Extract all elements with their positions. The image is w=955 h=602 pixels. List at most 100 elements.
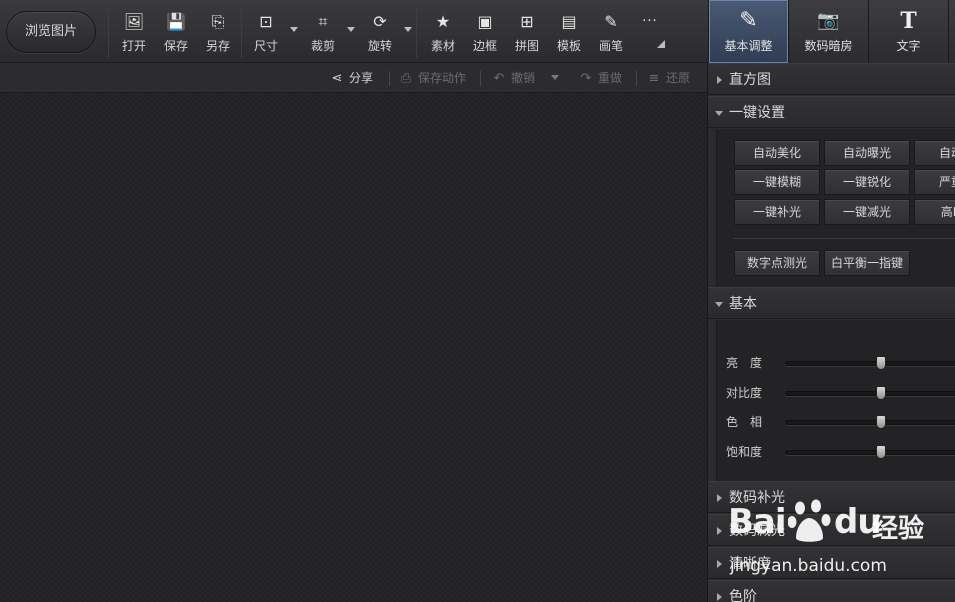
- save-as-icon: ⎘: [211, 12, 225, 31]
- expand-arrow-icon: [717, 76, 722, 84]
- saturation-thumb[interactable]: [876, 445, 886, 459]
- main-toolbar: 浏览图片 🖼 打开 💾 保存 ⎘ 另存 ⊡ 尺寸 ⌗ 裁剪 ⟳ 旋转 ★ 素材 …: [0, 0, 955, 63]
- saturation-track[interactable]: [785, 445, 955, 459]
- open-button[interactable]: 🖼 打开: [114, 10, 154, 56]
- one-key-blur-button[interactable]: 一键模糊: [734, 169, 820, 195]
- restore-label: 还原: [666, 71, 691, 85]
- panel-divider: [733, 238, 955, 239]
- template-label: 模板: [556, 39, 581, 53]
- save-action-icon: ⎙: [400, 71, 412, 86]
- rotate-dropdown-caret[interactable]: [404, 27, 412, 32]
- section-digital-fill-light[interactable]: 数码补光: [708, 481, 955, 513]
- auto-exposure-button[interactable]: 自动曝光: [824, 140, 910, 166]
- action-divider: [389, 71, 390, 86]
- tab-overflow[interactable]: [948, 0, 955, 63]
- material-star-icon: ★: [435, 12, 451, 31]
- browse-images-button[interactable]: 浏览图片: [6, 11, 96, 53]
- undo-icon: ↶: [493, 71, 505, 86]
- restore-button[interactable]: ≡ 还原: [645, 69, 690, 87]
- hue-thumb[interactable]: [876, 415, 886, 429]
- action-divider: [480, 71, 481, 86]
- crop-icon: ⌗: [318, 12, 328, 31]
- expand-arrow-icon: [717, 560, 722, 568]
- open-image-icon: 🖼: [123, 12, 145, 31]
- rotate-label: 旋转: [367, 39, 392, 53]
- contrast-thumb[interactable]: [876, 386, 886, 400]
- severe-white-button[interactable]: 严重白: [914, 169, 955, 195]
- brush-label: 画笔: [598, 39, 623, 53]
- undo-label: 撤销: [511, 71, 536, 85]
- tab-digital-darkroom[interactable]: 📷 数码暗房: [788, 0, 868, 63]
- resize-button[interactable]: ⊡ 尺寸: [246, 10, 286, 56]
- more-dots-icon: ···: [642, 14, 658, 29]
- save-button[interactable]: 💾 保存: [156, 10, 196, 56]
- resize-dropdown-caret[interactable]: [290, 27, 298, 32]
- auto-beautify-button[interactable]: 自动美化: [734, 140, 820, 166]
- tab-basic-adjust-label: 基本调整: [724, 39, 773, 53]
- undo-dropdown-caret[interactable]: [551, 75, 559, 80]
- crop-label: 裁剪: [310, 39, 335, 53]
- hue-track[interactable]: [785, 415, 955, 429]
- expand-arrow-icon: [717, 494, 722, 502]
- template-button[interactable]: ▤ 模板: [549, 10, 589, 56]
- text-T-icon: T: [900, 8, 917, 34]
- section-title: 数码减光: [729, 523, 785, 539]
- section-basic-title: 基本: [729, 296, 757, 312]
- save-action-label: 保存动作: [418, 71, 467, 85]
- one-key-reduce-light-button[interactable]: 一键减光: [824, 199, 910, 225]
- save-as-button[interactable]: ⎘ 另存: [198, 10, 238, 56]
- toolbar-divider: [241, 8, 242, 58]
- redo-label: 重做: [598, 71, 623, 85]
- contrast-label: 对比度: [726, 386, 763, 400]
- tab-text-label: 文字: [896, 39, 921, 53]
- save-label: 保存: [163, 39, 188, 53]
- section-levels[interactable]: 色阶: [708, 580, 955, 602]
- section-title: 数码补光: [729, 490, 785, 506]
- digital-spot-metering-button[interactable]: 数字点测光: [734, 250, 820, 276]
- brightness-thumb[interactable]: [876, 356, 886, 370]
- tab-text[interactable]: T 文字: [868, 0, 948, 63]
- toolbar-divider: [108, 8, 109, 58]
- section-histogram-title: 直方图: [729, 72, 771, 88]
- section-basic[interactable]: 基本: [708, 287, 955, 319]
- restore-icon: ≡: [648, 71, 660, 86]
- section-clarity[interactable]: 清晰度: [708, 547, 955, 579]
- auto-white-button[interactable]: 自动白: [914, 140, 955, 166]
- toolbar-divider: [416, 8, 417, 58]
- action-bar: ⋖ 分享 ⎙ 保存动作 ↶ 撤销 ↷ 重做 ≡ 还原: [0, 63, 707, 93]
- share-button[interactable]: ⋖ 分享: [328, 69, 373, 87]
- one-key-sharpen-button[interactable]: 一键锐化: [824, 169, 910, 195]
- brightness-track[interactable]: [785, 356, 955, 370]
- undo-button[interactable]: ↶ 撤销: [490, 69, 535, 87]
- white-balance-button[interactable]: 白平衡一指键: [824, 250, 910, 276]
- contrast-track[interactable]: [785, 386, 955, 400]
- material-button[interactable]: ★ 素材: [423, 10, 463, 56]
- border-frame-icon: ▣: [477, 12, 493, 31]
- high-iso-button[interactable]: 高ISO: [914, 199, 955, 225]
- section-one-key-title: 一键设置: [729, 105, 785, 121]
- section-one-key[interactable]: 一键设置: [708, 96, 955, 128]
- rotate-button[interactable]: ⟳ 旋转: [360, 10, 400, 56]
- action-divider: [636, 71, 637, 86]
- more-expand-icon[interactable]: [657, 40, 665, 48]
- redo-icon: ↷: [580, 71, 592, 86]
- collage-button[interactable]: ⊞ 拼图: [507, 10, 547, 56]
- crop-dropdown-caret[interactable]: [347, 27, 355, 32]
- redo-button[interactable]: ↷ 重做: [577, 69, 622, 87]
- section-histogram[interactable]: 直方图: [708, 63, 955, 95]
- crop-button[interactable]: ⌗ 裁剪: [303, 10, 343, 56]
- brightness-label: 亮 度: [726, 356, 763, 370]
- section-digital-reduce-light[interactable]: 数码减光: [708, 514, 955, 546]
- one-key-fill-light-button[interactable]: 一键补光: [734, 199, 820, 225]
- border-button[interactable]: ▣ 边框: [465, 10, 505, 56]
- brush-button[interactable]: ✎ 画笔: [591, 10, 631, 56]
- collage-grid-icon: ⊞: [520, 12, 534, 31]
- section-title: 清晰度: [729, 556, 771, 572]
- save-icon: 💾: [166, 12, 186, 31]
- more-tools-button[interactable]: ···: [630, 10, 670, 56]
- save-action-button[interactable]: ⎙ 保存动作: [397, 69, 466, 87]
- adjust-panel: 直方图 一键设置 自动美化 自动曝光 自动白 一键模糊 一键锐化 严重白 一键补…: [707, 63, 955, 602]
- image-canvas[interactable]: [0, 94, 707, 602]
- tab-basic-adjust[interactable]: ✎ 基本调整: [708, 0, 788, 63]
- collage-label: 拼图: [514, 39, 539, 53]
